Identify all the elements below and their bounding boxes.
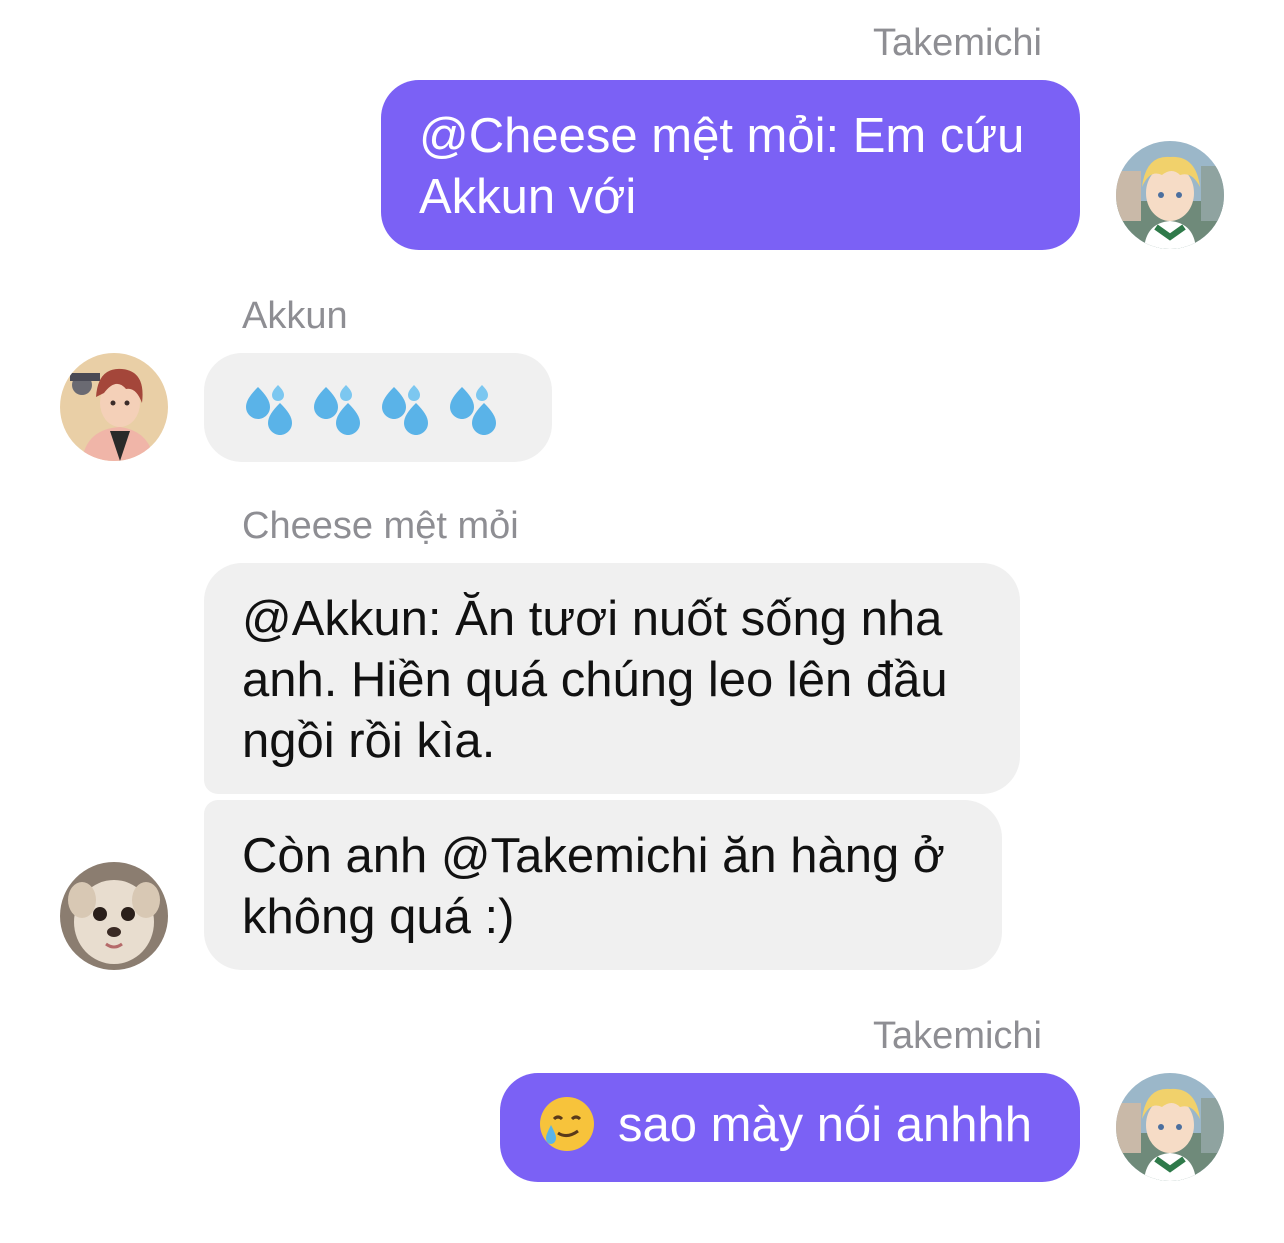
message-bubble-outgoing[interactable]: @Cheese mệt mỏi: Em cứu Akkun với: [381, 80, 1080, 250]
message-bubble-incoming[interactable]: [204, 353, 552, 462]
sweat-droplets-icon: [242, 381, 298, 437]
sender-name-takemichi: Takemichi: [873, 1015, 1042, 1057]
akkun-avatar[interactable]: [60, 353, 168, 461]
takemichi-avatar[interactable]: [1116, 141, 1224, 249]
smiling-face-with-tear-icon: [538, 1095, 596, 1153]
sender-name-takemichi: Takemichi: [873, 22, 1042, 64]
sweat-droplets-row: [242, 379, 514, 439]
sweat-droplets-icon: [446, 381, 502, 437]
message-bubble-outgoing[interactable]: sao mày nói anhhh: [500, 1073, 1080, 1182]
message-bubble-incoming[interactable]: Còn anh @Takemichi ăn hàng ở không quá :…: [204, 800, 1002, 970]
cheese-avatar[interactable]: [60, 862, 168, 970]
message-text: @Akkun: Ăn tươi nuốt sống nha anh. Hiền …: [242, 592, 948, 768]
message-bubble-incoming[interactable]: @Akkun: Ăn tươi nuốt sống nha anh. Hiền …: [204, 563, 1020, 794]
sender-name-cheese: Cheese mệt mỏi: [242, 505, 519, 547]
sender-name-akkun: Akkun: [242, 295, 348, 337]
message-text: @Cheese mệt mỏi: Em cứu Akkun với: [419, 109, 1025, 224]
sweat-droplets-icon: [378, 381, 434, 437]
message-text: Còn anh @Takemichi ăn hàng ở không quá :…: [242, 829, 945, 944]
takemichi-avatar[interactable]: [1116, 1073, 1224, 1181]
sweat-droplets-icon: [310, 381, 366, 437]
message-text: sao mày nói anhhh: [618, 1098, 1033, 1152]
